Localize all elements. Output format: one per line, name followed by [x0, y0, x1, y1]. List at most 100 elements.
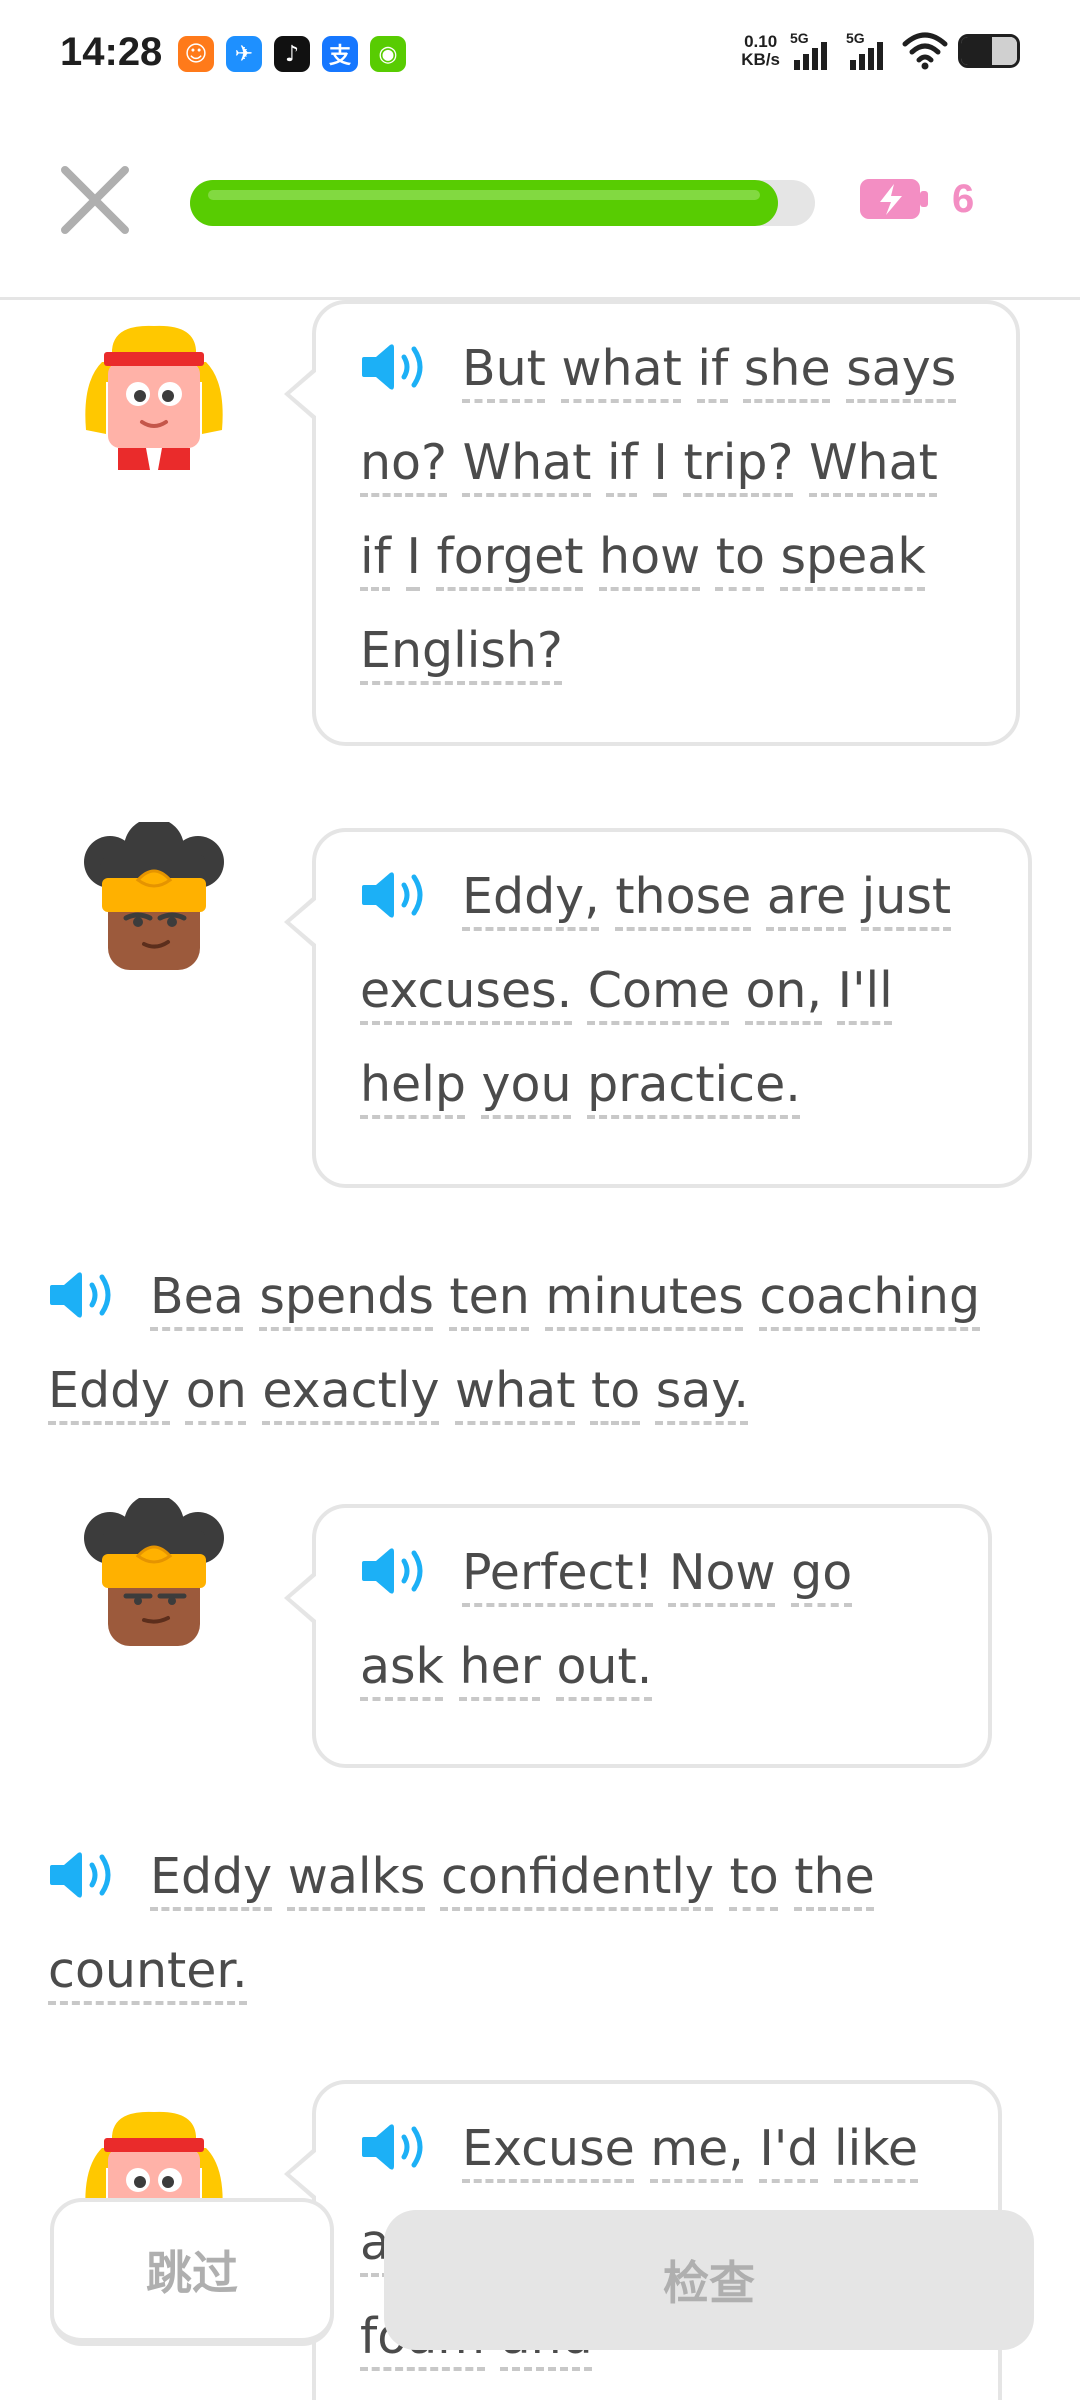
word-token[interactable]: Perfect!	[462, 1544, 653, 1601]
word-token[interactable]: I'll	[838, 962, 893, 1019]
narration-line: Bea spends ten minutes coaching Eddy on …	[48, 1250, 988, 1438]
word-token[interactable]: on	[186, 1362, 247, 1419]
story-content: But what if she says no? What if I trip?…	[0, 300, 1080, 2400]
word-token[interactable]: the	[794, 1848, 874, 1905]
speech-bubble: Perfect! Now go ask her out.	[284, 1504, 992, 1768]
word-token[interactable]: coaching	[759, 1268, 980, 1325]
word-token[interactable]: I	[653, 434, 667, 491]
word-token[interactable]: to	[730, 1848, 779, 1905]
status-time: 14:28	[60, 30, 163, 74]
word-token[interactable]: if	[607, 434, 638, 491]
speaker-audio-icon[interactable]	[48, 1260, 120, 1318]
word-token[interactable]: Bea	[150, 1268, 244, 1325]
speech-bubble: But what if she says no? What if I trip?…	[284, 300, 1020, 746]
signal-icon: 5G	[846, 30, 892, 72]
word-token[interactable]: on,	[745, 962, 822, 1019]
word-token[interactable]: say.	[656, 1362, 749, 1419]
close-button[interactable]	[55, 160, 135, 240]
word-token[interactable]: Come	[588, 962, 730, 1019]
taobao-app-icon: ☺	[178, 36, 214, 72]
word-token[interactable]: Excuse	[462, 2120, 635, 2177]
check-button[interactable]: 检查	[384, 2210, 1034, 2350]
close-icon	[61, 166, 129, 234]
browser-app-icon: ✈	[226, 36, 262, 72]
word-token[interactable]: trip?	[683, 434, 793, 491]
progress-fill	[190, 180, 778, 226]
word-token[interactable]: What	[809, 434, 938, 491]
word-token[interactable]: Eddy	[150, 1848, 272, 1905]
status-indicators: 0.10 KB/s 5G 5G	[741, 30, 1020, 72]
energy-count: 6	[952, 176, 975, 221]
line-text: Bea spends ten minutes coaching Eddy on …	[48, 1250, 988, 1438]
word-token[interactable]: practice.	[587, 1056, 801, 1113]
word-token[interactable]: speak	[781, 528, 926, 585]
word-token[interactable]: like	[834, 2120, 918, 2177]
line-text: Perfect! Now go ask her out.	[360, 1526, 948, 1714]
word-token[interactable]: ten	[449, 1268, 529, 1325]
word-token[interactable]: minutes	[545, 1268, 743, 1325]
word-token[interactable]: just	[862, 868, 951, 925]
eddy-avatar	[85, 325, 223, 470]
word-token[interactable]: those	[615, 868, 751, 925]
signal-icon: 5G	[790, 30, 836, 72]
word-token[interactable]: says	[846, 340, 956, 397]
bea-avatar	[84, 1498, 224, 1646]
word-token[interactable]: excuses.	[360, 962, 572, 1019]
duolingo-app-icon: ◉	[370, 36, 406, 72]
network-speed-value: 0.10	[744, 32, 778, 51]
battery-energy-icon	[860, 179, 928, 219]
energy-indicator[interactable]: 6	[858, 176, 974, 222]
word-token[interactable]: I	[406, 528, 420, 585]
speaker-audio-icon[interactable]	[360, 860, 432, 918]
word-token[interactable]: walks	[288, 1848, 426, 1905]
word-token[interactable]: English?	[360, 622, 563, 679]
word-token[interactable]: I'd	[759, 2120, 818, 2177]
word-token[interactable]: help	[360, 1056, 466, 1113]
speaker-audio-icon[interactable]	[360, 2112, 432, 2170]
word-token[interactable]: Now	[669, 1544, 776, 1601]
word-token[interactable]: she	[744, 340, 831, 397]
lesson-progress-bar	[190, 180, 815, 226]
word-token[interactable]: forget	[436, 528, 583, 585]
alipay-app-icon: 支	[322, 36, 358, 72]
line-text: Eddy walks confidently to the counter.	[48, 1830, 988, 2018]
word-token[interactable]: spends	[259, 1268, 433, 1325]
word-token[interactable]: confidently	[441, 1848, 714, 1905]
word-token[interactable]: how	[599, 528, 700, 585]
word-token[interactable]: to	[591, 1362, 640, 1419]
notification-app-icons: ☺ ✈ ♪ 支 ◉	[178, 36, 406, 72]
status-bar: 14:28 ☺ ✈ ♪ 支 ◉ 0.10 KB/s 5G 5G	[0, 0, 1080, 110]
network-speed: 0.10 KB/s	[741, 33, 780, 69]
wifi-icon	[902, 32, 948, 70]
duolingo-story-screen: 14:28 ☺ ✈ ♪ 支 ◉ 0.10 KB/s 5G 5G 6 But wh…	[0, 0, 1080, 2400]
word-token[interactable]: Eddy,	[462, 868, 600, 925]
tiktok-app-icon: ♪	[274, 36, 310, 72]
word-token[interactable]: if	[697, 340, 728, 397]
word-token[interactable]: go	[791, 1544, 852, 1601]
word-token[interactable]: me,	[650, 2120, 743, 2177]
network-speed-unit: KB/s	[741, 50, 780, 69]
word-token[interactable]: no?	[360, 434, 447, 491]
battery-icon	[958, 34, 1020, 68]
word-token[interactable]: But	[462, 340, 546, 397]
word-token[interactable]: What	[463, 434, 592, 491]
word-token[interactable]: are	[767, 868, 846, 925]
word-token[interactable]: you	[482, 1056, 572, 1113]
word-token[interactable]: if	[360, 528, 391, 585]
speaker-audio-icon[interactable]	[360, 332, 432, 390]
word-token[interactable]: Eddy	[48, 1362, 170, 1419]
word-token[interactable]: out.	[556, 1638, 652, 1695]
word-token[interactable]: exactly	[262, 1362, 439, 1419]
speaker-audio-icon[interactable]	[360, 1536, 432, 1594]
skip-button[interactable]: 跳过	[50, 2198, 334, 2346]
line-text: Eddy, those are just excuses. Come on, I…	[360, 850, 988, 1132]
word-token[interactable]: to	[716, 528, 765, 585]
word-token[interactable]: ask	[360, 1638, 444, 1695]
bea-avatar	[84, 822, 224, 970]
lesson-header: 6	[0, 110, 1080, 300]
speaker-audio-icon[interactable]	[48, 1840, 120, 1898]
word-token[interactable]: counter.	[48, 1942, 248, 1999]
word-token[interactable]: what	[561, 340, 681, 397]
word-token[interactable]: what	[455, 1362, 575, 1419]
word-token[interactable]: her	[460, 1638, 541, 1695]
